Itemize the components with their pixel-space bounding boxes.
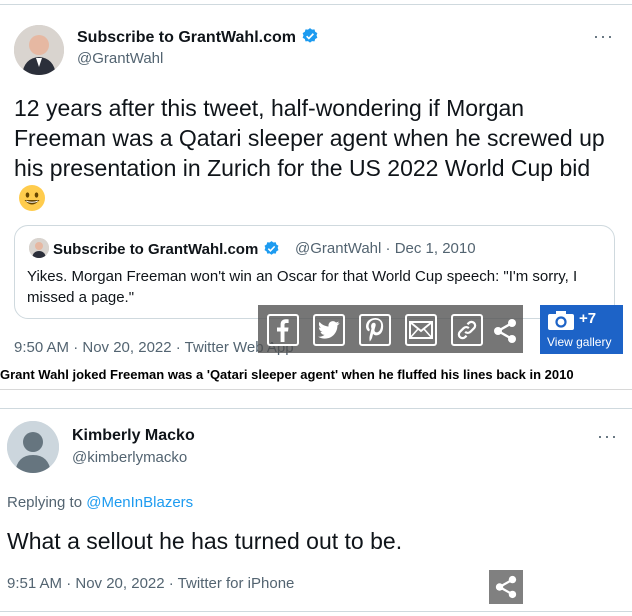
gallery-count: +7 bbox=[579, 310, 597, 327]
tweet-timestamp[interactable]: 9:50 AM · Nov 20, 2022 · Twitter Web App bbox=[14, 339, 294, 356]
share-icon[interactable] bbox=[492, 318, 518, 344]
view-gallery-button[interactable]: +7 View gallery bbox=[540, 305, 623, 354]
author-handle[interactable]: @GrantWahl bbox=[77, 50, 163, 67]
more-options-icon[interactable]: ··· bbox=[597, 427, 618, 445]
twitter-icon[interactable] bbox=[313, 314, 345, 346]
author-name[interactable]: Kimberly Macko bbox=[72, 427, 195, 445]
tweet-text: 12 years after this tweet, half-wonderin… bbox=[14, 93, 614, 219]
author-handle[interactable]: @kimberlymacko bbox=[72, 449, 187, 466]
image-caption: Grant Wahl joked Freeman was a 'Qatari s… bbox=[0, 367, 574, 382]
grinning-face-icon bbox=[18, 184, 46, 219]
more-options-icon[interactable]: ··· bbox=[593, 27, 614, 45]
avatar bbox=[29, 238, 49, 258]
quoted-author-name: Subscribe to GrantWahl.com bbox=[53, 240, 280, 261]
share-button[interactable] bbox=[489, 570, 523, 604]
author-name[interactable]: Subscribe to GrantWahl.com bbox=[77, 27, 319, 50]
share-bar bbox=[258, 305, 523, 353]
author-name-text[interactable]: Subscribe to GrantWahl.com bbox=[77, 29, 296, 46]
share-icon bbox=[495, 575, 517, 599]
tweet-timestamp[interactable]: 9:51 AM · Nov 20, 2022 · Twitter for iPh… bbox=[7, 575, 294, 592]
avatar[interactable] bbox=[14, 25, 64, 75]
facebook-icon[interactable] bbox=[267, 314, 299, 346]
gallery-label: View gallery bbox=[547, 335, 612, 349]
pinterest-icon[interactable] bbox=[359, 314, 391, 346]
embedded-tweet-kimberlymacko: Kimberly Macko @kimberlymacko ··· Replyi… bbox=[0, 408, 632, 612]
camera-icon bbox=[547, 311, 575, 336]
quoted-author-name-text: Subscribe to GrantWahl.com bbox=[53, 241, 259, 258]
verified-badge-icon bbox=[301, 27, 319, 50]
quoted-text: Yikes. Morgan Freeman won't win an Oscar… bbox=[27, 268, 578, 306]
tweet-text: What a sellout he has turned out to be. bbox=[7, 528, 403, 554]
tweet-text-body: 12 years after this tweet, half-wonderin… bbox=[14, 95, 605, 181]
caption-divider bbox=[0, 389, 632, 390]
replying-prefix: Replying to bbox=[7, 494, 87, 511]
avatar[interactable] bbox=[7, 421, 59, 473]
replying-to-link[interactable]: @MenInBlazers bbox=[86, 494, 193, 511]
quoted-meta: @GrantWahl · Dec 1, 2010 bbox=[295, 240, 476, 257]
link-icon[interactable] bbox=[451, 314, 483, 346]
verified-badge-icon bbox=[263, 240, 280, 261]
email-icon[interactable] bbox=[405, 314, 437, 346]
replying-to: Replying to @MenInBlazers bbox=[7, 494, 193, 511]
